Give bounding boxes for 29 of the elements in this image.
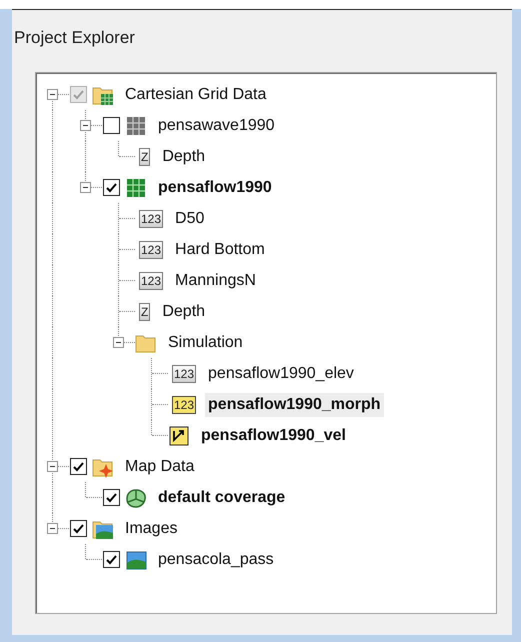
collapse-toggle[interactable] xyxy=(47,461,58,472)
dataset-icon: 123 xyxy=(139,210,164,228)
dataset-icon: 123 xyxy=(139,240,164,258)
check-icon xyxy=(73,90,84,100)
tree-item-label[interactable]: Images xyxy=(122,516,180,540)
dataset-icon: Z xyxy=(139,302,150,320)
check-icon xyxy=(73,524,84,534)
checkbox[interactable] xyxy=(70,520,87,537)
checkbox[interactable] xyxy=(103,551,120,568)
checkbox[interactable] xyxy=(70,458,87,475)
checkbox[interactable] xyxy=(103,489,120,506)
dataset-icon: Z xyxy=(139,148,150,166)
image-icon xyxy=(125,548,147,570)
dataset-icon: 123 xyxy=(139,272,164,290)
check-icon xyxy=(106,182,117,192)
collapse-toggle[interactable] xyxy=(47,523,58,534)
tree-item-label[interactable]: pensacola_pass xyxy=(155,548,277,572)
dataset-icon: 123 xyxy=(172,396,196,414)
tree-item-label[interactable]: Map Data xyxy=(122,454,198,478)
tree-item-label[interactable]: default coverage xyxy=(155,486,288,510)
coverage-icon xyxy=(125,486,147,508)
grid-icon xyxy=(125,114,147,136)
grid-icon xyxy=(125,176,147,198)
vector-icon xyxy=(168,424,190,446)
check-icon xyxy=(106,492,117,502)
check-icon xyxy=(106,554,117,564)
dataset-icon: 123 xyxy=(172,364,196,382)
check-icon xyxy=(73,462,84,472)
panel-title: Project Explorer xyxy=(13,28,136,49)
